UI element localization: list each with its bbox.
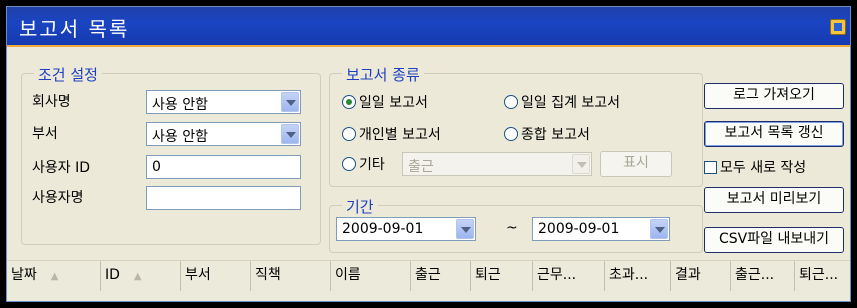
column-header-overtime[interactable]: 초과... xyxy=(605,261,671,291)
column-header-label: 퇴근... xyxy=(799,267,839,283)
column-header-date[interactable]: 날짜 ▲ xyxy=(7,261,101,291)
column-header-label: 출근... xyxy=(735,267,775,283)
userid-input-value: 0 xyxy=(152,159,161,175)
radio-daily-summary-report[interactable]: 일일 집계 보고서 xyxy=(504,92,620,112)
period-legend: 기간 xyxy=(342,196,378,217)
preview-report-button[interactable]: 보고서 미리보기 xyxy=(704,187,844,213)
title-bar[interactable]: 보고서 목록 xyxy=(7,7,850,47)
app-icon[interactable] xyxy=(830,19,846,35)
radio-daily-report-label: 일일 보고서 xyxy=(359,95,428,111)
report-type-legend: 보고서 종류 xyxy=(342,64,424,85)
column-header-label: 직책 xyxy=(255,267,281,283)
column-header-check-out-extra[interactable]: 퇴근... xyxy=(795,261,850,291)
dept-select-value: 사용 안함 xyxy=(152,129,208,145)
username-input[interactable] xyxy=(146,186,301,210)
column-header-label: 초과... xyxy=(609,267,649,283)
radio-personal-label: 개인별 보고서 xyxy=(359,127,441,143)
chevron-down-icon[interactable] xyxy=(456,219,474,239)
company-label: 회사명 xyxy=(32,94,71,110)
period-group: 기간 2009-09-01 ~ 2009-09-01 xyxy=(329,196,703,253)
report-grid-header: 날짜 ▲ ID ▲ 부서 직책 이름 출근 퇴근 근무... 초과... 결과 출근 xyxy=(7,260,850,301)
radio-selected-icon[interactable] xyxy=(342,95,356,109)
column-header-result[interactable]: 결과 xyxy=(671,261,731,291)
column-header-label: 이름 xyxy=(335,267,361,283)
sort-arrow-icon: ▲ xyxy=(50,271,59,282)
column-header-name[interactable]: 이름 xyxy=(331,261,411,291)
report-list-window: 보고서 목록 조건 설정 회사명 사용 안함 부서 사용 안함 사용자 ID 0… xyxy=(6,6,851,302)
radio-overall-label: 종합 보고서 xyxy=(521,127,590,143)
username-label: 사용자명 xyxy=(32,190,84,206)
column-header-label: 부서 xyxy=(185,267,211,283)
chevron-down-icon[interactable] xyxy=(281,124,299,144)
other-type-select-value: 출근 xyxy=(408,159,434,175)
conditions-legend: 조건 설정 xyxy=(34,64,102,85)
period-separator: ~ xyxy=(506,220,518,236)
radio-icon[interactable] xyxy=(504,127,518,141)
period-to-value: 2009-09-01 xyxy=(538,221,620,237)
column-header-label: 결과 xyxy=(675,267,701,283)
column-header-label: ID xyxy=(105,267,120,283)
recreate-all-label: 모두 새로 작성 xyxy=(720,160,807,176)
radio-other[interactable]: 기타 xyxy=(342,154,385,174)
import-log-button[interactable]: 로그 가져오기 xyxy=(704,83,844,109)
column-header-label: 근무... xyxy=(537,267,577,283)
sort-arrow-icon: ▲ xyxy=(133,271,142,282)
period-from-value: 2009-09-01 xyxy=(342,221,424,237)
column-header-check-in[interactable]: 출근 xyxy=(411,261,471,291)
chevron-down-icon[interactable] xyxy=(650,219,668,239)
radio-icon[interactable] xyxy=(342,157,356,171)
column-header-check-out[interactable]: 퇴근 xyxy=(471,261,533,291)
column-header-work-hours[interactable]: 근무... xyxy=(533,261,605,291)
radio-personal-report[interactable]: 개인별 보고서 xyxy=(342,124,441,144)
column-header-id[interactable]: ID ▲ xyxy=(101,261,181,291)
radio-other-label: 기타 xyxy=(359,157,385,173)
window-title: 보고서 목록 xyxy=(19,17,130,41)
company-select[interactable]: 사용 안함 xyxy=(146,90,301,114)
company-select-value: 사용 안함 xyxy=(152,97,208,113)
export-csv-button[interactable]: CSV파일 내보내기 xyxy=(704,227,844,253)
dept-label: 부서 xyxy=(32,126,58,142)
report-type-group: 보고서 종류 일일 보고서 일일 집계 보고서 개인별 보고서 종합 보고서 기… xyxy=(329,64,703,187)
userid-input[interactable]: 0 xyxy=(146,155,301,179)
column-header-label: 날짜 xyxy=(11,267,37,283)
conditions-group: 조건 설정 회사명 사용 안함 부서 사용 안함 사용자 ID 0 사용자명 xyxy=(21,64,321,245)
radio-icon[interactable] xyxy=(342,127,356,141)
recreate-all-checkbox[interactable]: 모두 새로 작성 xyxy=(704,157,806,177)
checkbox-icon[interactable] xyxy=(704,160,717,174)
column-header-label: 출근 xyxy=(415,267,441,283)
column-header-check-in-extra[interactable]: 출근... xyxy=(731,261,795,291)
chevron-down-icon[interactable] xyxy=(572,154,590,174)
radio-daily-report[interactable]: 일일 보고서 xyxy=(342,92,428,112)
column-header-label: 퇴근 xyxy=(475,267,501,283)
refresh-report-list-button[interactable]: 보고서 목록 갱신 xyxy=(704,121,844,147)
other-type-select[interactable]: 출근 xyxy=(402,152,592,176)
display-button[interactable]: 표시 xyxy=(600,151,672,177)
radio-daily-summary-label: 일일 집계 보고서 xyxy=(521,95,621,111)
column-header-position[interactable]: 직책 xyxy=(251,261,331,291)
chevron-down-icon[interactable] xyxy=(281,92,299,112)
period-to-select[interactable]: 2009-09-01 xyxy=(532,217,670,241)
options-panel: 조건 설정 회사명 사용 안함 부서 사용 안함 사용자 ID 0 사용자명 보… xyxy=(7,49,850,257)
dept-select[interactable]: 사용 안함 xyxy=(146,122,301,146)
radio-overall-report[interactable]: 종합 보고서 xyxy=(504,124,590,144)
radio-icon[interactable] xyxy=(504,95,518,109)
period-from-select[interactable]: 2009-09-01 xyxy=(336,217,476,241)
column-header-dept[interactable]: 부서 xyxy=(181,261,251,291)
userid-label: 사용자 ID xyxy=(32,160,90,176)
